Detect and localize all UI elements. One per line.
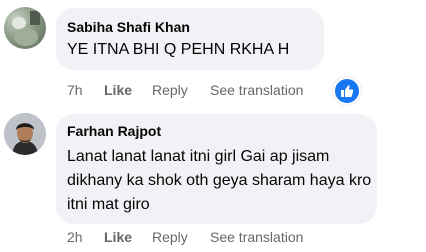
comment-text: Lanat lanat lanat itni girl Gai ap jisam…	[67, 148, 372, 213]
comment-time[interactable]: 7h	[67, 82, 83, 98]
see-translation-link[interactable]: See translation	[210, 82, 303, 98]
comment-author[interactable]: Farhan Rajpot	[67, 123, 161, 139]
avatar-photo	[4, 113, 46, 155]
comment-actions: 7h Like Reply See translation	[0, 82, 426, 100]
comment-author[interactable]: Sabiha Shafi Khan	[67, 19, 190, 35]
see-translation-link[interactable]: See translation	[210, 229, 303, 245]
avatar-photo	[12, 11, 40, 46]
comment-text: YE ITNA BHI Q PEHN RKHA H	[67, 41, 290, 58]
like-reaction-badge[interactable]	[333, 77, 361, 105]
avatar[interactable]	[4, 113, 46, 155]
reply-button[interactable]: Reply	[152, 229, 188, 245]
comment-actions: 2h Like Reply See translation	[0, 229, 426, 247]
like-button[interactable]: Like	[104, 229, 132, 245]
reply-button[interactable]: Reply	[152, 82, 188, 98]
like-button[interactable]: Like	[104, 82, 132, 98]
avatar[interactable]	[4, 7, 46, 49]
like-thumb-icon	[341, 85, 354, 97]
comment-time[interactable]: 2h	[67, 229, 83, 245]
